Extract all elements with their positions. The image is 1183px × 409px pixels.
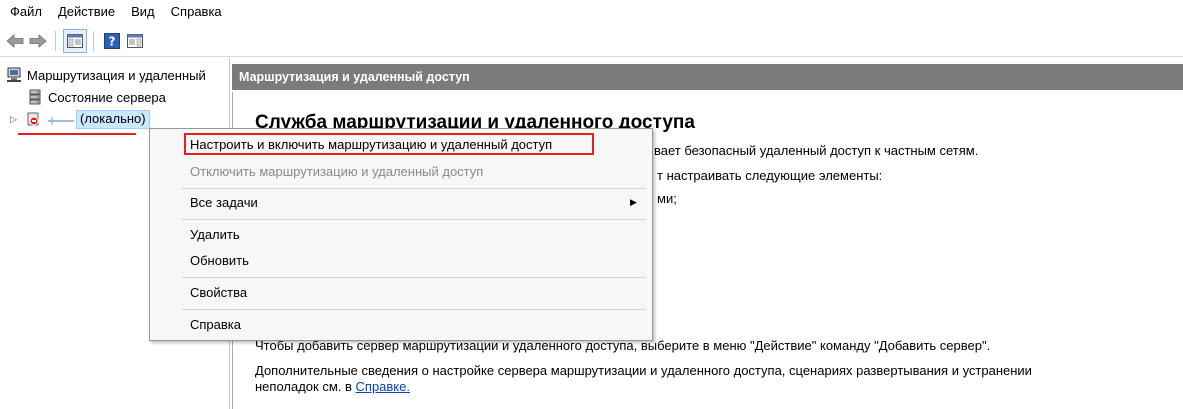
- more-info-line-1: Дополнительные сведения о настройке серв…: [255, 363, 1032, 378]
- menu-separator: [182, 188, 646, 189]
- server-stopped-icon: [27, 111, 43, 127]
- toolbar-separator: [93, 31, 94, 51]
- menu-item-all-tasks[interactable]: Все задачи: [190, 191, 258, 213]
- server-status-icon: [27, 89, 43, 105]
- help-link[interactable]: Справке.: [356, 379, 410, 394]
- svg-text:?: ?: [109, 35, 116, 49]
- action-pane-icon[interactable]: [124, 30, 146, 52]
- forward-arrow-icon[interactable]: [27, 30, 49, 52]
- computer-icon: [6, 67, 22, 83]
- tree-item-server-status-label: Состояние сервера: [48, 89, 166, 105]
- menu-item-delete[interactable]: Удалить: [190, 223, 240, 245]
- tree-item-server-status[interactable]: Состояние сервера: [27, 87, 166, 107]
- submenu-arrow-icon: ▶: [630, 197, 637, 207]
- toolbar-separator: [55, 31, 56, 51]
- console-tree-icon[interactable]: [63, 29, 87, 53]
- description-line-2: т настраивать следующие элементы:: [657, 168, 883, 183]
- menu-separator: [182, 219, 646, 220]
- menu-help[interactable]: Справка: [163, 0, 230, 24]
- description-line-3: ми;: [657, 191, 677, 206]
- tree-item-local-label: (локально): [76, 109, 150, 129]
- tree-root-label: Маршрутизация и удаленный: [27, 67, 206, 83]
- details-header: Маршрутизация и удаленный доступ: [232, 64, 1183, 90]
- tree-item-local[interactable]: (локально): [27, 109, 150, 129]
- menu-separator: [182, 277, 646, 278]
- help-icon[interactable]: ?: [101, 30, 123, 52]
- back-arrow-icon[interactable]: [4, 30, 26, 52]
- menu-item-configure[interactable]: Настроить и включить маршрутизацию и уда…: [190, 133, 552, 155]
- menu-separator: [182, 309, 646, 310]
- menu-item-disable: Отключить маршрутизацию и удаленный дост…: [190, 163, 484, 179]
- menu-view[interactable]: Вид: [123, 0, 163, 24]
- network-line-icon: [48, 114, 74, 125]
- toolbar: ?: [0, 26, 1183, 57]
- red-annotation-underline: [18, 133, 136, 135]
- more-info-line-2: неполадок см. в Справке.: [255, 379, 410, 394]
- more-info-prefix: неполадок см. в: [255, 379, 352, 394]
- menu-file[interactable]: Файл: [0, 0, 50, 24]
- context-menu: Настроить и включить маршрутизацию и уда…: [149, 128, 653, 341]
- description-line-1: вает безопасный удаленный доступ к частн…: [654, 143, 979, 158]
- menu-action[interactable]: Действие: [50, 0, 123, 24]
- menu-item-properties[interactable]: Свойства: [190, 281, 247, 303]
- expand-arrow-icon[interactable]: ▷: [10, 114, 17, 125]
- menu-bar: Файл Действие Вид Справка: [0, 0, 1183, 24]
- menu-item-help[interactable]: Справка: [190, 313, 241, 335]
- tree-root[interactable]: Маршрутизация и удаленный: [6, 65, 206, 85]
- menu-item-refresh[interactable]: Обновить: [190, 249, 249, 271]
